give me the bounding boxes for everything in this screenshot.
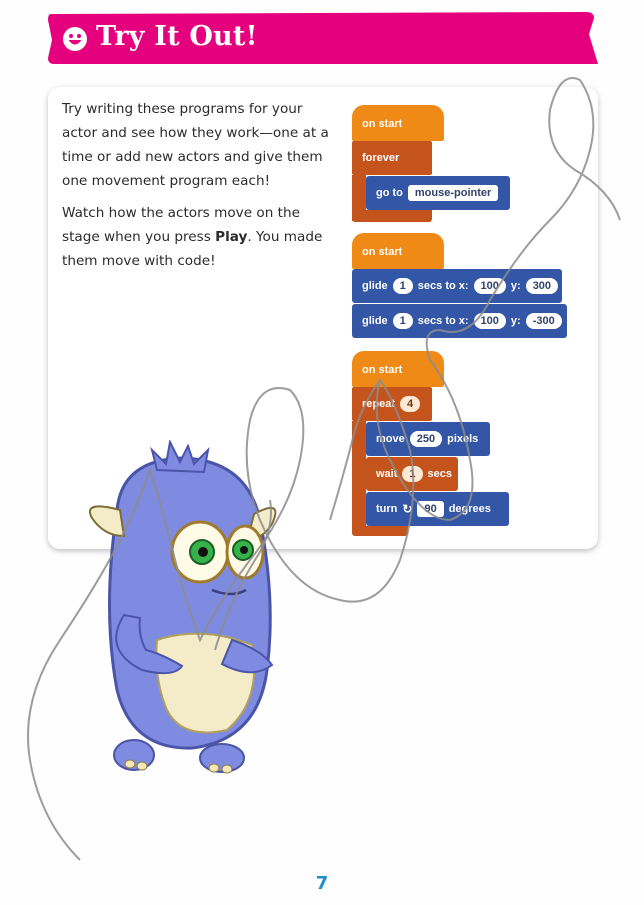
forever-block-bottom (352, 210, 432, 222)
on-start-block: on start (352, 233, 444, 269)
repeat-block-bottom (352, 526, 408, 536)
target-dropdown: mouse-pointer (407, 185, 499, 201)
section-title: Try It Out! (96, 21, 258, 52)
monster-mascot-illustration (89, 440, 277, 774)
on-start-block: on start (352, 105, 444, 141)
on-start-block: on start (352, 351, 444, 387)
move-block: move 250 pixels (366, 422, 490, 456)
repeat-block-arm (352, 421, 366, 531)
page-number: 7 (315, 873, 329, 894)
repeat-block: repeat 4 (352, 387, 432, 421)
instructions-text: Try writing these programs for your acto… (62, 97, 332, 281)
forever-block: forever (352, 141, 432, 175)
glide-block-1: glide 1 secs to x: 100 y: 300 (352, 269, 562, 303)
turn-block: turn ↻ 90 degrees (366, 492, 509, 526)
go-to-block: go to mouse-pointer (366, 176, 510, 210)
wait-block: wait 1 secs (366, 457, 458, 491)
section-header: Try It Out! (48, 12, 598, 64)
rotate-clockwise-icon: ↻ (402, 502, 413, 516)
instructions-paragraph-1: Try writing these programs for your acto… (62, 101, 329, 189)
smiley-face-icon (63, 27, 87, 51)
play-keyword: Play (215, 229, 248, 245)
instructions-paragraph-2: Watch how the actors move on the stage w… (62, 205, 323, 269)
glide-block-2: glide 1 secs to x: 100 y: -300 (352, 304, 567, 338)
